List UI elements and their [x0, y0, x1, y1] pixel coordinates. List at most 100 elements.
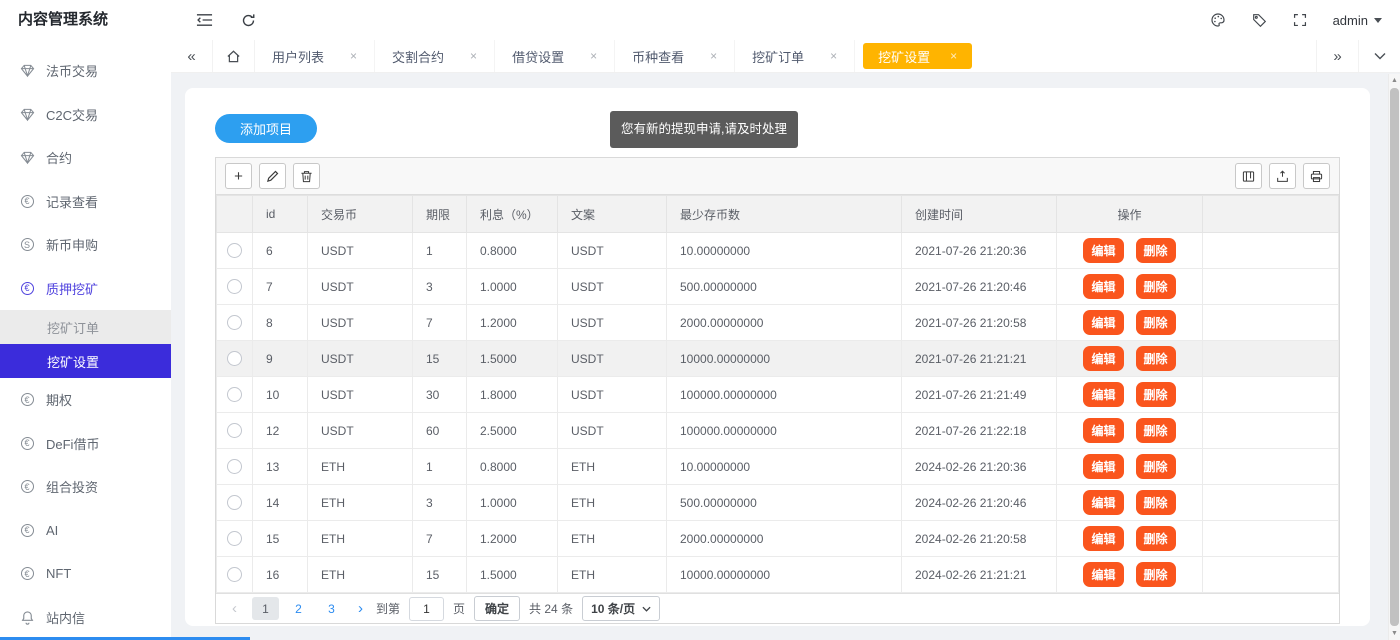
page-size-value: 10 条/页 [591, 600, 635, 617]
sidebar-item-6[interactable]: €期权 [0, 378, 171, 422]
prev-page-button[interactable]: ‹ [226, 600, 243, 617]
sidebar-item-10[interactable]: €NFT [0, 552, 171, 596]
cell-text: USDT [558, 269, 667, 305]
tabs-scroll-left-icon[interactable]: « [171, 40, 213, 72]
scrollbar-thumb[interactable] [1390, 88, 1399, 626]
home-tab[interactable] [213, 40, 255, 72]
print-icon[interactable] [1303, 163, 1330, 189]
delete-button[interactable]: 删除 [1136, 310, 1176, 335]
edit-button[interactable]: 编辑 [1083, 490, 1123, 515]
tab-label: 币种查看 [632, 47, 684, 66]
next-page-button[interactable]: › [354, 600, 367, 617]
row-radio[interactable] [227, 495, 242, 510]
export-icon[interactable] [1269, 163, 1296, 189]
sidebar-item-11[interactable]: 站内信 [0, 596, 171, 640]
fullscreen-icon[interactable] [1293, 13, 1307, 27]
sidebar-item-5[interactable]: €质押挖矿 [0, 267, 171, 311]
edit-button[interactable]: 编辑 [1083, 382, 1123, 407]
tab-close-icon[interactable]: × [470, 49, 477, 63]
user-menu[interactable]: admin [1333, 13, 1382, 28]
sidebar-item-7[interactable]: €DeFi借币 [0, 422, 171, 466]
tab-4[interactable]: 挖矿订单× [735, 40, 855, 72]
page-number-3[interactable]: 3 [318, 597, 345, 620]
row-radio[interactable] [227, 531, 242, 546]
table-header: id交易币期限利息（%）文案最少存币数创建时间操作 [217, 196, 1339, 233]
tag-icon[interactable] [1252, 13, 1267, 28]
edit-button[interactable]: 编辑 [1083, 526, 1123, 551]
delete-button[interactable]: 删除 [1136, 418, 1176, 443]
row-radio[interactable] [227, 459, 242, 474]
sidebar-subitem-0[interactable]: 挖矿订单 [0, 310, 171, 344]
edit-button[interactable]: 编辑 [1083, 454, 1123, 479]
edit-button[interactable]: 编辑 [1083, 346, 1123, 371]
edit-button[interactable]: 编辑 [1083, 310, 1123, 335]
tab-label: 挖矿设置 [878, 47, 930, 66]
edit-button[interactable]: 编辑 [1083, 418, 1123, 443]
delete-button[interactable]: 删除 [1136, 238, 1176, 263]
tabs-menu-chevron-icon[interactable] [1358, 40, 1400, 72]
topbar: admin [171, 0, 1400, 40]
tabs-scroll-right-icon[interactable]: » [1316, 40, 1358, 72]
vertical-scrollbar[interactable]: ▲ ▼ [1388, 74, 1400, 640]
sidebar-item-9[interactable]: €AI [0, 509, 171, 553]
table-row-7: 14ETH31.0000ETH500.000000002024-02-26 21… [217, 485, 1339, 521]
select-caret-icon [642, 606, 651, 612]
row-radio[interactable] [227, 315, 242, 330]
delete-button[interactable]: 删除 [1136, 454, 1176, 479]
scroll-up-icon[interactable]: ▲ [1389, 74, 1400, 87]
tab-3[interactable]: 币种查看 × [615, 40, 735, 72]
page-number-1[interactable]: 1 [252, 597, 279, 620]
tab-close-icon[interactable]: × [710, 49, 717, 63]
edit-button[interactable]: 编辑 [1083, 238, 1123, 263]
trash-icon[interactable] [293, 163, 320, 189]
row-radio[interactable] [227, 423, 242, 438]
collapse-menu-icon[interactable] [196, 13, 213, 27]
row-radio[interactable] [227, 387, 242, 402]
row-actions-cell: 编辑删除 [1057, 269, 1203, 305]
sidebar-item-label: 期权 [46, 390, 72, 409]
tab-5[interactable]: 挖矿设置 × [863, 43, 972, 69]
delete-button[interactable]: 删除 [1136, 346, 1176, 371]
cell-term: 60 [413, 413, 467, 449]
sidebar-subitem-1[interactable]: 挖矿设置 [0, 344, 171, 378]
delete-button[interactable]: 删除 [1136, 382, 1176, 407]
sidebar-item-8[interactable]: €组合投资 [0, 465, 171, 509]
tab-2[interactable]: 借贷设置× [495, 40, 615, 72]
confirm-button[interactable]: 确定 [474, 596, 520, 621]
plus-icon[interactable]: + [225, 163, 252, 189]
columns-icon[interactable] [1235, 163, 1262, 189]
row-radio[interactable] [227, 351, 242, 366]
scroll-down-icon[interactable]: ▼ [1389, 627, 1400, 640]
tab-0[interactable]: 用户列表× [255, 40, 375, 72]
theme-icon[interactable] [1210, 12, 1226, 28]
goto-page-input[interactable] [409, 597, 444, 621]
row-radio[interactable] [227, 243, 242, 258]
sidebar-item-2[interactable]: 合约 [0, 136, 171, 180]
tab-1[interactable]: 交割合约× [375, 40, 495, 72]
tab-close-icon[interactable]: × [830, 49, 837, 63]
row-radio[interactable] [227, 567, 242, 582]
sidebar-item-4[interactable]: S新币申购 [0, 223, 171, 267]
cell-id: 16 [253, 557, 308, 593]
row-radio[interactable] [227, 279, 242, 294]
pencil-icon[interactable] [259, 163, 286, 189]
delete-button[interactable]: 删除 [1136, 526, 1176, 551]
sidebar-item-3[interactable]: €记录查看 [0, 180, 171, 224]
add-item-button[interactable]: 添加项目 [215, 114, 317, 143]
edit-button[interactable]: 编辑 [1083, 274, 1123, 299]
delete-button[interactable]: 删除 [1136, 274, 1176, 299]
delete-button[interactable]: 删除 [1136, 562, 1176, 587]
cell-rate: 1.0000 [467, 485, 558, 521]
delete-button[interactable]: 删除 [1136, 490, 1176, 515]
table-row-3: 9USDT151.5000USDT10000.000000002021-07-2… [217, 341, 1339, 377]
page-number-2[interactable]: 2 [285, 597, 312, 620]
tab-close-icon[interactable]: × [350, 49, 357, 63]
tab-close-icon[interactable]: × [950, 49, 957, 63]
tab-close-icon[interactable]: × [590, 49, 597, 63]
sidebar-item-0[interactable]: 法币交易 [0, 49, 171, 93]
cell-coin: USDT [308, 233, 413, 269]
page-size-select[interactable]: 10 条/页 [582, 596, 660, 621]
refresh-icon[interactable] [241, 13, 256, 28]
edit-button[interactable]: 编辑 [1083, 562, 1123, 587]
sidebar-item-1[interactable]: C2C交易 [0, 93, 171, 137]
